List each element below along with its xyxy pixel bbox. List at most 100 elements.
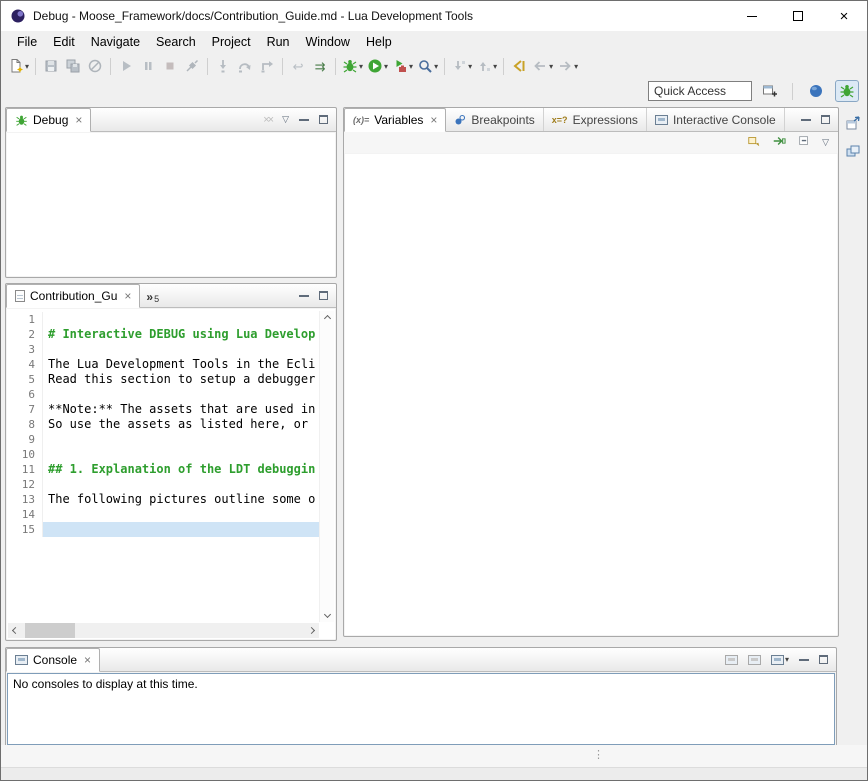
line-number[interactable]: 4 <box>7 357 43 372</box>
debug-button[interactable]: ▾ <box>340 55 365 77</box>
tab-console[interactable]: Console × <box>6 648 100 672</box>
minimized-view-button[interactable] <box>843 141 863 161</box>
line-number[interactable]: 5 <box>7 372 43 387</box>
line-number[interactable]: 6 <box>7 387 43 402</box>
editor-line[interactable]: 15 <box>7 522 319 537</box>
scroll-right-button[interactable] <box>304 623 319 638</box>
maximize-view-button[interactable] <box>819 655 828 664</box>
maximize-view-button[interactable] <box>319 291 328 300</box>
editor-horizontal-scrollbar[interactable] <box>8 623 319 638</box>
minimize-view-button[interactable] <box>801 119 811 121</box>
close-tab-icon[interactable]: × <box>430 114 437 126</box>
restore-minimized-view-button[interactable] <box>843 113 863 133</box>
menu-edit[interactable]: Edit <box>45 33 83 51</box>
line-number[interactable]: 8 <box>7 417 43 432</box>
tab-variables[interactable]: (x)= Variables × <box>344 108 446 132</box>
chevron-down-icon[interactable]: ▾ <box>409 62 413 71</box>
editor-line[interactable]: 13The following pictures outline some o <box>7 492 319 507</box>
minimize-view-button[interactable] <box>299 295 309 297</box>
tab-breakpoints[interactable]: Breakpoints <box>446 108 543 131</box>
menu-run[interactable]: Run <box>259 33 298 51</box>
line-number[interactable]: 9 <box>7 432 43 447</box>
chevron-down-icon[interactable]: ▾ <box>468 62 472 71</box>
editor-line[interactable]: 9 <box>7 432 319 447</box>
search-button[interactable]: ▾ <box>415 55 440 77</box>
ldt-perspective-button[interactable] <box>804 80 828 102</box>
chevron-down-icon[interactable]: ▾ <box>785 655 789 664</box>
editor-line[interactable]: 6 <box>7 387 319 402</box>
minimize-view-button[interactable] <box>299 119 309 121</box>
show-logical-structures-button[interactable] <box>772 134 786 151</box>
collapse-all-button[interactable] <box>797 134 811 151</box>
menu-help[interactable]: Help <box>358 33 400 51</box>
editor-line[interactable]: 8So use the assets as listed here, or <box>7 417 319 432</box>
line-number[interactable]: 10 <box>7 447 43 462</box>
menu-file[interactable]: File <box>9 33 45 51</box>
editor-line[interactable]: 3 <box>7 342 319 357</box>
chevron-down-icon[interactable]: ▾ <box>493 62 497 71</box>
open-console-button[interactable]: ▾ <box>771 655 789 665</box>
editor-line[interactable]: 10 <box>7 447 319 462</box>
editor-vertical-scrollbar[interactable] <box>319 311 334 622</box>
view-menu-button[interactable]: ▽ <box>282 114 289 125</box>
use-step-filters-button[interactable]: ⇉ <box>309 55 331 77</box>
editor-line[interactable]: 11## 1. Explanation of the LDT debuggin <box>7 462 319 477</box>
chevron-down-icon[interactable]: ▾ <box>359 62 363 71</box>
maximize-window-button[interactable] <box>775 1 821 31</box>
editor-line[interactable]: 14 <box>7 507 319 522</box>
open-perspective-button[interactable] <box>759 80 781 102</box>
chevron-down-icon[interactable]: ▾ <box>549 62 553 71</box>
hidden-editors-chevron[interactable]: » 5 <box>140 284 165 307</box>
close-tab-icon[interactable]: × <box>75 114 82 126</box>
minimize-window-button[interactable] <box>729 1 775 31</box>
tab-contribution-guide[interactable]: Contribution_Gu × <box>6 284 140 308</box>
editor-line[interactable]: 1 <box>7 312 319 327</box>
tab-expressions[interactable]: x=? Expressions <box>544 108 647 131</box>
scroll-up-button[interactable] <box>320 311 335 326</box>
quick-access-input[interactable] <box>648 81 752 101</box>
editor-line[interactable]: 4The Lua Development Tools in the Ecli <box>7 357 319 372</box>
menu-navigate[interactable]: Navigate <box>83 33 148 51</box>
close-window-button[interactable]: × <box>821 1 867 31</box>
line-number[interactable]: 14 <box>7 507 43 522</box>
debug-perspective-button[interactable] <box>835 80 859 102</box>
line-number[interactable]: 12 <box>7 477 43 492</box>
editor-line[interactable]: 5Read this section to setup a debugger <box>7 372 319 387</box>
chevron-down-icon[interactable]: ▾ <box>434 62 438 71</box>
debug-perspective-icon <box>839 83 855 99</box>
last-edit-location-button[interactable] <box>508 55 530 77</box>
run-button[interactable]: ▾ <box>365 55 390 77</box>
tab-debug[interactable]: Debug × <box>6 108 91 132</box>
chevron-down-icon[interactable]: ▾ <box>574 62 578 71</box>
close-tab-icon[interactable]: × <box>124 290 131 302</box>
view-menu-button[interactable]: ▽ <box>822 137 829 148</box>
chevron-down-icon[interactable]: ▾ <box>384 62 388 71</box>
maximize-view-button[interactable] <box>319 115 328 124</box>
line-number[interactable]: 3 <box>7 342 43 357</box>
line-number[interactable]: 11 <box>7 462 43 477</box>
close-tab-icon[interactable]: × <box>84 654 91 666</box>
scrollbar-thumb[interactable] <box>25 623 75 638</box>
line-number[interactable]: 13 <box>7 492 43 507</box>
scroll-left-button[interactable] <box>8 623 23 638</box>
line-number[interactable]: 7 <box>7 402 43 417</box>
scroll-down-button[interactable] <box>320 607 335 622</box>
maximize-view-button[interactable] <box>821 115 830 124</box>
tab-interactive-console[interactable]: Interactive Console <box>647 108 785 131</box>
show-type-names-button[interactable] <box>747 134 761 151</box>
line-number[interactable]: 1 <box>7 312 43 327</box>
minimize-view-button[interactable] <box>799 659 809 661</box>
line-number[interactable]: 15 <box>7 522 43 537</box>
line-number[interactable]: 2 <box>7 327 43 342</box>
editor-line[interactable]: 2# Interactive DEBUG using Lua Develop <box>7 327 319 342</box>
external-tools-button[interactable]: ▾ <box>390 55 415 77</box>
trim-drag-handle[interactable]: ⋮ <box>593 748 604 761</box>
editor-line[interactable]: 12 <box>7 477 319 492</box>
editor-line[interactable]: 7**Note:** The assets that are used in <box>7 402 319 417</box>
chevron-down-icon[interactable]: ▾ <box>25 62 29 71</box>
menu-search[interactable]: Search <box>148 33 204 51</box>
new-button[interactable]: ▾ <box>6 55 31 77</box>
menu-window[interactable]: Window <box>298 33 358 51</box>
editor-code-area[interactable]: 12# Interactive DEBUG using Lua Develop3… <box>7 312 319 622</box>
menu-project[interactable]: Project <box>204 33 259 51</box>
